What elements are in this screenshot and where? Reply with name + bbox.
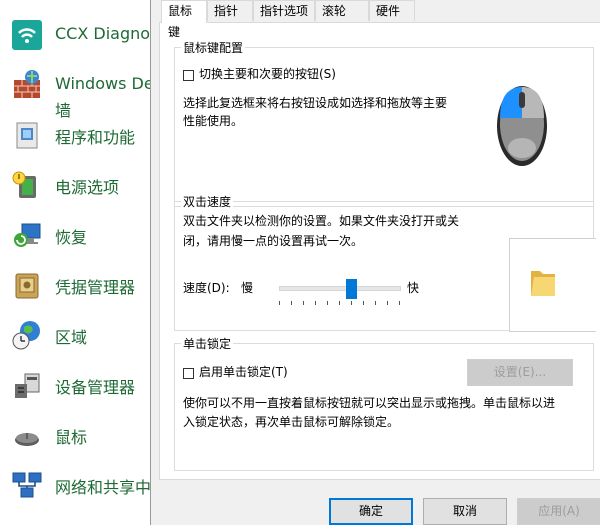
double-click-speed-group: 双击速度 双击文件夹以检测你的设置。如果文件夹没打开或关 闭，请用慢一点的设置再… bbox=[174, 193, 596, 332]
cp-item-label: CCX Diagno bbox=[55, 24, 150, 43]
cp-item-label: 恢复 bbox=[55, 228, 88, 247]
button-config-description: 选择此复选框来将右按钮设成如选择和拖放等主要 bbox=[183, 96, 448, 110]
double-click-description-line2: 闭，请用慢一点的设置再试一次。 bbox=[183, 234, 364, 248]
slider-tick bbox=[327, 301, 328, 305]
double-click-description: 双击文件夹以检测你的设置。如果文件夹没打开或关 bbox=[183, 214, 460, 228]
speed-fast-label: 快 bbox=[407, 281, 420, 295]
enable-click-lock-label[interactable]: 启用单击锁定(T) bbox=[199, 363, 288, 382]
cp-item-label: Windows De bbox=[55, 74, 150, 93]
slider-tick bbox=[363, 301, 364, 305]
test-folder-area[interactable] bbox=[509, 238, 596, 332]
cp-item-label: 电源选项 bbox=[55, 178, 120, 197]
credential-icon bbox=[15, 273, 39, 299]
slider-tick bbox=[315, 301, 316, 305]
tab-buttons[interactable]: 鼠标键 bbox=[161, 0, 207, 39]
ok-button[interactable]: 确定 bbox=[329, 498, 413, 525]
group-title: 双击速度 bbox=[181, 193, 234, 210]
tab-page-buttons: 鼠标键配置 切换主要和次要的按钮(S) 选择此复选框来将右按钮设成如选择和拖放等… bbox=[159, 22, 600, 480]
cp-item-power-options[interactable]: 电源选项 bbox=[0, 164, 150, 208]
recovery-icon bbox=[14, 223, 41, 247]
control-panel-list: CCX Diagno Windows De 墙 程序和功能 电源选项 恢复 凭据… bbox=[0, 0, 150, 525]
slider-tick bbox=[279, 301, 280, 305]
double-click-speed-slider[interactable] bbox=[279, 286, 401, 291]
group-title: 单击锁定 bbox=[181, 335, 234, 352]
slider-tick bbox=[399, 301, 400, 305]
device-manager-icon bbox=[15, 373, 40, 398]
cp-item-programs-and-features[interactable]: 程序和功能 bbox=[0, 114, 150, 158]
button-config-group: 鼠标键配置 切换主要和次要的按钮(S) 选择此复选框来将右按钮设成如选择和拖放等… bbox=[174, 39, 594, 207]
click-lock-settings-button[interactable]: 设置(E)... bbox=[467, 359, 573, 386]
click-lock-group: 单击锁定 启用单击锁定(T) 设置(E)... 使你可以不用一直按着鼠标按钮就可… bbox=[174, 335, 594, 471]
tab-wheel[interactable]: 滚轮 bbox=[315, 0, 369, 21]
cp-item-device-manager[interactable]: 设备管理器 bbox=[0, 364, 150, 408]
tab-pointers[interactable]: 指针 bbox=[207, 0, 253, 21]
slider-thumb[interactable] bbox=[346, 279, 357, 299]
tab-pointer-options[interactable]: 指针选项 bbox=[253, 0, 315, 21]
cp-item-label: 设备管理器 bbox=[55, 378, 136, 397]
cp-item-credential-manager[interactable]: 凭据管理器 bbox=[0, 264, 150, 308]
cp-item-label: 网络和共享中 bbox=[55, 478, 150, 497]
programs-icon bbox=[16, 122, 38, 149]
cp-item-ccx-diagnostics[interactable]: CCX Diagno bbox=[0, 14, 150, 58]
enable-click-lock-checkbox[interactable] bbox=[183, 368, 194, 379]
click-lock-description-line2: 入锁定状态，再次单击鼠标可解除锁定。 bbox=[183, 415, 400, 429]
tab-hardware[interactable]: 硬件 bbox=[369, 0, 415, 21]
power-icon bbox=[12, 171, 36, 198]
swap-buttons-label[interactable]: 切换主要和次要的按钮(S) bbox=[199, 65, 336, 84]
cp-item-region[interactable]: 区域 bbox=[0, 314, 150, 358]
speed-slow-label: 慢 bbox=[241, 281, 254, 295]
cp-item-mouse[interactable]: 鼠标 bbox=[0, 414, 150, 458]
click-lock-description: 使你可以不用一直按着鼠标按钮就可以突出显示或拖拽。单击鼠标以进 bbox=[183, 396, 556, 410]
slider-tick bbox=[351, 301, 352, 305]
slider-tick bbox=[291, 301, 292, 305]
cp-item-label: 凭据管理器 bbox=[55, 278, 136, 297]
group-title: 鼠标键配置 bbox=[181, 39, 246, 56]
cp-item-label: 鼠标 bbox=[55, 428, 88, 447]
region-icon bbox=[12, 321, 40, 350]
cancel-button[interactable]: 取消 bbox=[423, 498, 507, 525]
cp-item-network-and-sharing[interactable]: 网络和共享中 bbox=[0, 464, 150, 508]
firewall-icon bbox=[14, 70, 40, 98]
cp-item-windows-defender-firewall[interactable]: Windows De 墙 bbox=[0, 64, 150, 120]
button-config-description-line2: 性能使用。 bbox=[183, 114, 244, 128]
folder-icon[interactable] bbox=[528, 265, 558, 299]
swap-buttons-checkbox[interactable] bbox=[183, 70, 194, 81]
apply-button[interactable]: 应用(A) bbox=[517, 498, 600, 525]
cp-item-label: 区域 bbox=[55, 328, 88, 347]
wifi-icon bbox=[12, 20, 42, 50]
mouse-icon bbox=[15, 433, 39, 446]
cp-item-recovery[interactable]: 恢复 bbox=[0, 214, 150, 258]
network-icon bbox=[12, 472, 42, 498]
slider-tick bbox=[339, 301, 340, 305]
mouse-properties-dialog: 鼠标键 指针 指针选项 滚轮 硬件 鼠标键配置 切换主要和次要的按钮(S) 选择… bbox=[150, 0, 600, 525]
mouse-illustration-icon bbox=[497, 86, 547, 166]
slider-tick bbox=[387, 301, 388, 305]
slider-tick bbox=[303, 301, 304, 305]
slider-tick bbox=[375, 301, 376, 305]
speed-label: 速度(D): bbox=[183, 281, 230, 295]
cp-item-label: 程序和功能 bbox=[55, 128, 136, 147]
